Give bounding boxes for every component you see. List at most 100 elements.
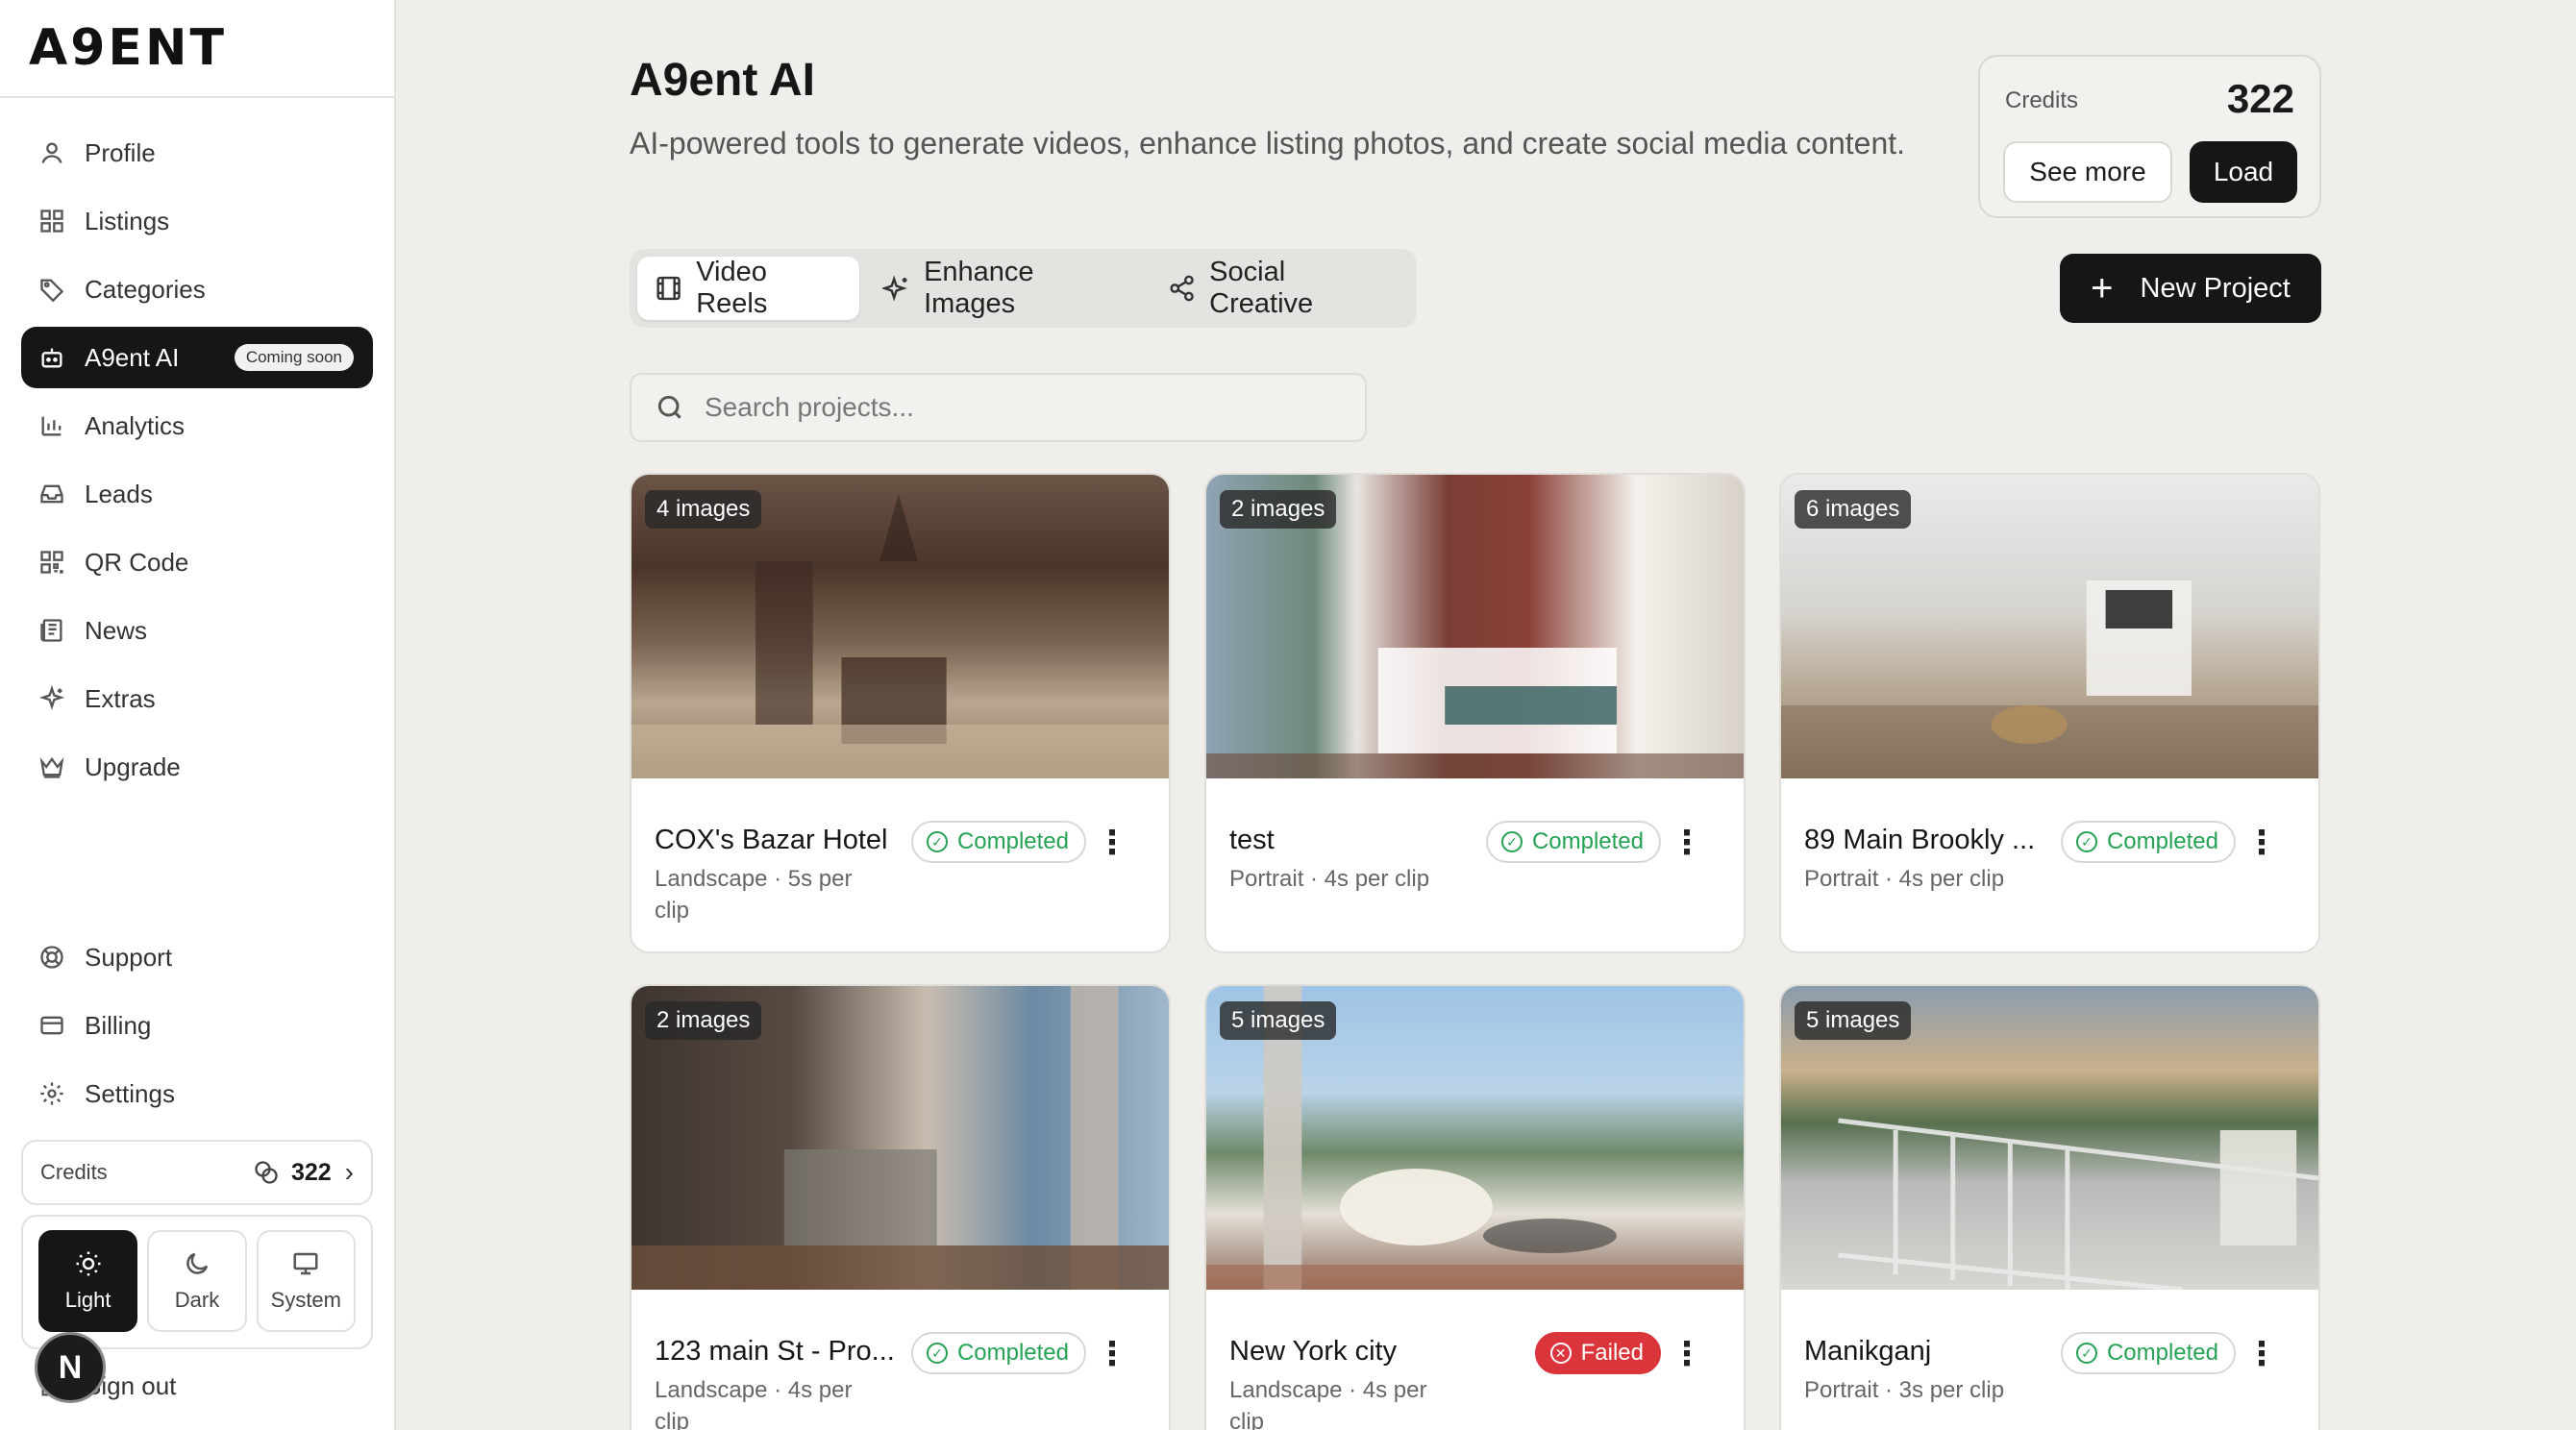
- sidebar-item-support[interactable]: Support: [21, 926, 373, 988]
- sidebar-item-categories[interactable]: Categories: [21, 259, 373, 320]
- status-badge: ✓ Completed: [2060, 1332, 2236, 1374]
- share-icon: [1170, 275, 1194, 302]
- theme-light-label: Light: [64, 1288, 111, 1312]
- status-label: Failed: [1580, 1340, 1644, 1366]
- theme-dark-button[interactable]: Dark: [147, 1230, 247, 1332]
- chevron-right-icon: ›: [344, 1157, 354, 1187]
- avatar[interactable]: N: [35, 1332, 106, 1403]
- film-icon: [656, 276, 681, 301]
- bar-chart-icon: [41, 416, 62, 436]
- inbox-icon: [40, 484, 63, 504]
- sidebar-item-label: Billing: [85, 1010, 152, 1040]
- image-count-badge: 5 images: [1220, 1001, 1337, 1040]
- status-badge: ✓ Completed: [910, 821, 1086, 863]
- user-icon: [41, 142, 62, 163]
- sidebar-item-label: Analytics: [85, 410, 186, 440]
- coins-icon: [255, 1161, 278, 1184]
- search-icon: [657, 395, 681, 419]
- sidebar-item-label: QR Code: [85, 547, 189, 577]
- sidebar-item-leads[interactable]: Leads: [21, 463, 373, 525]
- sidebar-item-analytics[interactable]: Analytics: [21, 395, 373, 456]
- logo[interactable]: A9ENT: [0, 0, 394, 98]
- project-meta: Landscape · 5s per clip: [655, 866, 853, 925]
- image-count-badge: 2 images: [645, 1001, 762, 1040]
- sidebar: A9ENT Profile Listings Categories A9ent …: [0, 0, 396, 1430]
- sidebar-item-news[interactable]: News: [21, 600, 373, 661]
- sidebar-item-upgrade[interactable]: Upgrade: [21, 736, 373, 798]
- status-badge: ✓ Completed: [2060, 821, 2236, 863]
- check-circle-icon: ✓: [2075, 1343, 2097, 1364]
- qr-code-icon: [40, 551, 63, 574]
- sidebar-item-billing[interactable]: Billing: [21, 995, 373, 1056]
- search-input[interactable]: [705, 392, 1281, 423]
- more-options-icon[interactable]: ⋮: [1096, 826, 1128, 859]
- sun-icon: [76, 1251, 101, 1276]
- theme-light-button[interactable]: Light: [38, 1230, 138, 1332]
- project-card[interactable]: 2 images test Portrait · 4s per clip ✓ Co…: [1204, 473, 1746, 953]
- project-name: COX's Bazar Hotel: [655, 825, 888, 855]
- sidebar-item-extras[interactable]: Extras: [21, 668, 373, 729]
- new-project-label: New Project: [2140, 272, 2291, 304]
- credits-card-label: Credits: [2005, 87, 2079, 113]
- more-options-icon[interactable]: ⋮: [1096, 1338, 1128, 1370]
- more-options-icon[interactable]: ⋮: [2245, 826, 2278, 859]
- project-card[interactable]: 5 images Manikganj Portrait · 3s per cli…: [1779, 984, 2320, 1430]
- check-circle-icon: ✓: [1500, 831, 1523, 852]
- project-card[interactable]: 4 images COX's Bazar Hotel Landscape · 5…: [630, 473, 1171, 953]
- project-name: test: [1229, 825, 1275, 855]
- tab-enhance-images[interactable]: Enhance Images: [865, 257, 1145, 320]
- sidebar-item-listings[interactable]: Listings: [21, 190, 373, 252]
- sidebar-item-settings[interactable]: Settings: [21, 1063, 373, 1124]
- tab-video-reels[interactable]: Video Reels: [637, 257, 859, 320]
- sidebar-item-label: A9ent AI: [85, 342, 180, 372]
- project-meta: Portrait · 3s per clip: [1804, 1377, 2005, 1403]
- tab-label: Video Reels: [696, 257, 768, 319]
- check-circle-icon: ✓: [2075, 831, 2097, 852]
- project-card[interactable]: 2 images 123 main St - Pro... Landscape …: [630, 984, 1171, 1430]
- sidebar-item-label: Profile: [85, 137, 156, 167]
- sparkles-icon: [38, 685, 65, 710]
- new-project-button[interactable]: + New Project: [2060, 254, 2321, 323]
- tag-icon: [40, 279, 64, 303]
- status-label: Completed: [1531, 828, 1644, 854]
- image-count-badge: 4 images: [645, 490, 762, 529]
- sidebar-item-label: Extras: [85, 683, 156, 713]
- tab-social-creative[interactable]: Social Creative: [1151, 257, 1409, 320]
- status-badge: ✕ Failed: [1534, 1332, 1661, 1374]
- image-count-badge: 5 images: [1795, 1001, 1912, 1040]
- moon-icon: [186, 1252, 209, 1274]
- status-badge: ✓ Completed: [1485, 821, 1661, 863]
- sidebar-item-qr-code[interactable]: QR Code: [21, 531, 373, 593]
- page-title: A9ent AI: [630, 55, 815, 106]
- more-options-icon[interactable]: ⋮: [1671, 1338, 1703, 1370]
- check-circle-icon: ✓: [926, 1343, 948, 1364]
- crown-icon: [39, 756, 64, 778]
- credits-card-value: 322: [2226, 76, 2294, 121]
- project-card[interactable]: 6 images 89 Main Brookly ... Portrait · …: [1779, 473, 2320, 953]
- project-name: Manikganj: [1804, 1336, 1932, 1367]
- tab-label: Enhance Images: [924, 257, 1034, 319]
- load-button[interactable]: Load: [2190, 141, 2297, 203]
- x-circle-icon: ✕: [1549, 1343, 1572, 1364]
- credit-card-icon: [40, 1016, 63, 1035]
- coming-soon-badge: Coming soon: [234, 344, 354, 371]
- credits-label: Credits: [40, 1160, 108, 1184]
- more-options-icon[interactable]: ⋮: [1671, 826, 1703, 859]
- theme-dark-label: Dark: [174, 1288, 220, 1312]
- image-count-badge: 2 images: [1220, 490, 1337, 529]
- project-card[interactable]: 5 images New York city Landscape · 4s pe…: [1204, 984, 1746, 1430]
- sidebar-item-label: Upgrade: [85, 752, 181, 781]
- sidebar-credits[interactable]: Credits 322 ›: [21, 1140, 373, 1205]
- more-options-icon[interactable]: ⋮: [2245, 1338, 2278, 1370]
- logo-text: A9ENT: [29, 19, 227, 77]
- project-name: 123 main St - Pro...: [655, 1336, 895, 1367]
- newspaper-icon: [40, 619, 62, 642]
- sidebar-item-profile[interactable]: Profile: [21, 122, 373, 184]
- monitor-icon: [293, 1252, 318, 1275]
- theme-system-button[interactable]: System: [256, 1230, 356, 1332]
- see-more-button[interactable]: See more: [2003, 141, 2172, 203]
- grid-icon: [40, 210, 63, 233]
- sidebar-item-label: Settings: [85, 1078, 175, 1108]
- plus-icon: +: [2091, 266, 2114, 309]
- sidebar-item-a9ent-ai[interactable]: A9ent AI Coming soon: [21, 327, 373, 388]
